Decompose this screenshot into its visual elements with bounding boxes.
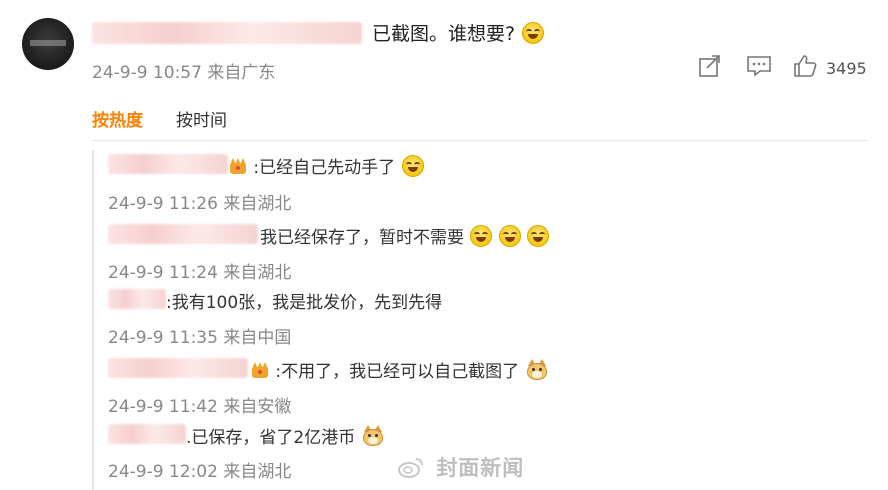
reply-text: :不用了，我已经可以自己截图了 <box>275 362 520 382</box>
thumbs-up-icon <box>794 55 817 77</box>
reply-time: 24-9-9 11:42 <box>108 397 218 417</box>
share-button[interactable] <box>698 54 722 82</box>
laugh-cry-emoji <box>401 155 424 177</box>
reply-thread-line <box>92 150 94 490</box>
reply-4: :不用了，我已经可以自己截图了 <box>250 357 548 382</box>
reply-5: .已保存，省了2亿港币 <box>186 423 384 448</box>
share-icon <box>699 55 720 77</box>
reply-1: :已经自己先动手了 <box>228 153 424 178</box>
laugh-cry-emoji <box>498 225 521 247</box>
laugh-cry-emoji <box>527 225 550 247</box>
crown-badge-icon <box>250 361 270 379</box>
reply-text: :我有100张，我是批发价，先到先得 <box>166 293 443 313</box>
like-count: 3495 <box>826 59 867 78</box>
post-time: 24-9-9 10:57 <box>92 63 202 83</box>
avatar[interactable] <box>22 18 74 70</box>
tab-sort-time[interactable]: 按时间 <box>176 106 227 131</box>
watermark: 封面新闻 <box>398 452 524 482</box>
reply-time: 24-9-9 11:26 <box>108 194 218 214</box>
doge-emoji <box>362 425 384 447</box>
reply-username-redacted <box>108 224 258 244</box>
reply-username-redacted <box>108 358 248 378</box>
reply-location: 来自湖北 <box>223 263 292 283</box>
reply-meta: 24-9-9 11:24 来自湖北 <box>108 258 291 283</box>
reply-3: :我有100张，我是批发价，先到先得 <box>166 288 442 313</box>
like-button[interactable] <box>792 54 818 82</box>
crown-badge-icon <box>228 157 248 175</box>
comment-icon <box>747 56 771 77</box>
username-redacted <box>92 22 362 44</box>
post-text: 已截图。谁想要? <box>372 19 545 46</box>
reply-time: 24-9-9 11:35 <box>108 328 218 348</box>
reply-time: 24-9-9 11:24 <box>108 263 218 283</box>
reply-meta: 24-9-9 11:35 来自中国 <box>108 323 291 348</box>
post-text-content: 已截图。谁想要? <box>372 23 516 45</box>
doge-emoji <box>526 359 548 381</box>
reply-location: 来自安徽 <box>223 397 292 417</box>
watermark-text: 封面新闻 <box>436 456 525 480</box>
reply-text: :已经自己先动手了 <box>253 158 396 178</box>
laugh-cry-emoji <box>470 225 493 247</box>
comment-button[interactable] <box>746 54 772 82</box>
reply-meta: 24-9-9 12:02 来自湖北 <box>108 457 291 482</box>
reply-username-redacted <box>108 289 166 309</box>
reply-location: 来自湖北 <box>223 194 292 214</box>
reply-meta: 24-9-9 11:26 来自湖北 <box>108 189 291 214</box>
reply-text: .已保存，省了2亿港币 <box>186 428 356 448</box>
post-meta: 24-9-9 10:57 来自广东 <box>92 58 275 83</box>
post-location: 来自广东 <box>207 63 276 83</box>
laugh-cry-emoji <box>522 22 545 44</box>
reply-time: 24-9-9 12:02 <box>108 462 218 482</box>
reply-meta: 24-9-9 11:42 来自安徽 <box>108 392 291 417</box>
reply-text: 我已经保存了，暂时不需要 <box>260 228 464 248</box>
reply-2: 我已经保存了，暂时不需要 <box>260 223 550 248</box>
divider <box>92 140 868 141</box>
reply-username-redacted <box>108 424 186 444</box>
weibo-logo-icon <box>398 458 423 478</box>
tab-sort-hot[interactable]: 按热度 <box>92 106 143 131</box>
reply-location: 来自湖北 <box>223 462 292 482</box>
reply-username-redacted <box>108 154 228 174</box>
reply-location: 来自中国 <box>223 328 292 348</box>
